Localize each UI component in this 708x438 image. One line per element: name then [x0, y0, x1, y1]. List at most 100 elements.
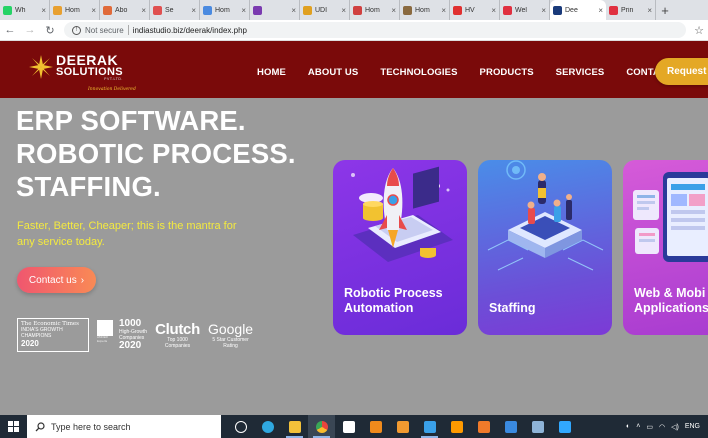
service-card-staffing[interactable]: Staffing — [478, 160, 612, 335]
browser-tab[interactable]: Hom × — [50, 0, 100, 20]
sublime-icon[interactable] — [389, 415, 416, 438]
tab-close-icon[interactable]: × — [391, 6, 396, 15]
windows-start-icon[interactable] — [0, 415, 27, 438]
browser-tab[interactable]: Prin × — [606, 0, 656, 20]
vscode-icon[interactable] — [416, 415, 443, 438]
forward-icon[interactable]: → — [24, 24, 36, 36]
card-rpa-title: Robotic Process Automation — [344, 286, 443, 316]
language-indicator[interactable]: ENG — [685, 423, 700, 430]
browser-tab[interactable]: Se × — [150, 0, 200, 20]
tab-favicon-icon — [153, 5, 162, 15]
browser-tab[interactable]: Dee × — [550, 0, 606, 20]
service-card-web-mobile[interactable]: Web & Mobi Applications — [623, 160, 708, 335]
store-icon[interactable] — [335, 415, 362, 438]
nav-about-us[interactable]: ABOUT US — [308, 67, 358, 78]
browser-tab-strip: Wh × Hom × Abo × Se × Hom × × UDI × Hom × Hom × HV × Wel × De… — [0, 0, 708, 20]
hero-headline: ERP SOFTWARE. ROBOTIC PROCESS. STAFFING. — [16, 104, 296, 203]
tab-title: UDI — [315, 6, 328, 14]
url-text[interactable]: indiastudio.biz/deerak/index.php — [133, 26, 247, 35]
task-view-icon[interactable] — [227, 415, 254, 438]
contact-us-label: Contact us — [28, 274, 77, 286]
tab-close-icon[interactable]: × — [598, 6, 603, 15]
volume-icon[interactable]: ◁) — [671, 423, 679, 431]
new-tab-button[interactable]: + — [656, 0, 674, 20]
system-tray: ◐ ˄ ▭ ◠ ◁) ENG — [626, 415, 708, 438]
explorer-glyph — [288, 420, 301, 433]
tab-favicon-icon — [553, 5, 562, 15]
omnibox-divider — [127, 25, 129, 35]
nav-services[interactable]: SERVICES — [556, 67, 605, 78]
address-bar[interactable]: ! Not secure indiastudio.biz/deerak/inde… — [64, 22, 687, 38]
award-et-year: 2020 — [21, 339, 39, 348]
browser-tab[interactable]: Hom × — [200, 0, 250, 20]
hero-section: ERP SOFTWARE. ROBOTIC PROCESS. STAFFING.… — [0, 98, 708, 415]
browser-tab[interactable]: × — [250, 0, 300, 20]
chrome-icon[interactable] — [308, 415, 335, 438]
chrome-glyph — [315, 420, 328, 433]
browser-tab[interactable]: Abo × — [100, 0, 150, 20]
award-1000-big: 1000 — [119, 318, 142, 329]
reload-icon[interactable]: ↻ — [44, 24, 56, 37]
tab-close-icon[interactable]: × — [141, 6, 146, 15]
nav-home[interactable]: HOME — [257, 67, 286, 78]
nav-technologies[interactable]: TECHNOLOGIES — [380, 67, 457, 78]
headline-line-3: STAFFING. — [16, 171, 161, 202]
browser-tab[interactable]: Hom × — [400, 0, 450, 20]
tab-favicon-icon — [203, 5, 212, 15]
task-view-glyph — [234, 420, 247, 433]
store-glyph — [342, 420, 355, 433]
tab-close-icon[interactable]: × — [341, 6, 346, 15]
card-rpa-line1: Robotic Process — [344, 286, 443, 300]
tab-favicon-icon — [353, 5, 362, 15]
request-button[interactable]: Request A — [655, 58, 708, 85]
vlc-glyph — [369, 420, 382, 433]
tab-close-icon[interactable]: × — [91, 6, 96, 15]
info-icon[interactable]: ! — [72, 25, 81, 35]
browser-tab[interactable]: Wh × — [0, 0, 50, 20]
tab-title: Se — [165, 6, 174, 14]
contact-us-button[interactable]: Contact us › — [17, 267, 96, 293]
edge-icon[interactable] — [254, 415, 281, 438]
tab-close-icon[interactable]: × — [491, 6, 496, 15]
logo-star-icon — [29, 55, 53, 80]
tab-favicon-icon — [503, 5, 512, 15]
tab-close-icon[interactable]: × — [41, 6, 46, 15]
battery-icon[interactable]: ▭ — [646, 423, 653, 431]
award-badge-caption: AMCER Experts — [97, 335, 108, 343]
tab-close-icon[interactable]: × — [241, 6, 246, 15]
nav-products[interactable]: PRODUCTS — [480, 67, 534, 78]
illustrator-icon[interactable] — [443, 415, 470, 438]
logo-tagline: Innovation Delivered — [88, 87, 136, 92]
wifi-icon[interactable]: ◠ — [659, 423, 665, 431]
award-1000-year: 2020 — [119, 340, 142, 351]
photoshop-icon[interactable] — [551, 415, 578, 438]
awards-row: The Economic Times INDIA'S GROWTH CHAMPI… — [17, 318, 253, 352]
app-orange-icon[interactable] — [470, 415, 497, 438]
illustrator-glyph — [450, 420, 463, 433]
site-logo[interactable]: DEERAK SOLUTIONS PVT.LTD. Innovation Del… — [28, 53, 136, 92]
search-icon — [35, 421, 45, 431]
tab-close-icon[interactable]: × — [647, 6, 652, 15]
tab-close-icon[interactable]: × — [291, 6, 296, 15]
explorer-icon[interactable] — [281, 415, 308, 438]
people-icon[interactable]: ◐ — [626, 423, 630, 430]
tab-favicon-icon — [253, 5, 262, 15]
service-card-rpa[interactable]: Robotic Process Automation — [333, 160, 467, 335]
award-google-line2: Rating — [223, 342, 238, 349]
tab-close-icon[interactable]: × — [191, 6, 196, 15]
tab-close-icon[interactable]: × — [541, 6, 546, 15]
tab-favicon-icon — [53, 5, 62, 15]
browser-tab[interactable]: Hom × — [350, 0, 400, 20]
award-economic-times: The Economic Times INDIA'S GROWTH CHAMPI… — [17, 318, 89, 352]
browser-tab[interactable]: HV × — [450, 0, 500, 20]
browser-tab[interactable]: UDI × — [300, 0, 350, 20]
app-blue-icon[interactable] — [497, 415, 524, 438]
chevron-up-icon[interactable]: ˄ — [636, 423, 640, 430]
back-icon[interactable]: ← — [4, 24, 16, 36]
app-folder-icon[interactable] — [524, 415, 551, 438]
vlc-icon[interactable] — [362, 415, 389, 438]
tab-close-icon[interactable]: × — [441, 6, 446, 15]
taskbar-search[interactable]: Type here to search — [27, 415, 221, 438]
bookmark-star-icon[interactable]: ☆ — [694, 24, 704, 37]
browser-tab[interactable]: Wel × — [500, 0, 550, 20]
